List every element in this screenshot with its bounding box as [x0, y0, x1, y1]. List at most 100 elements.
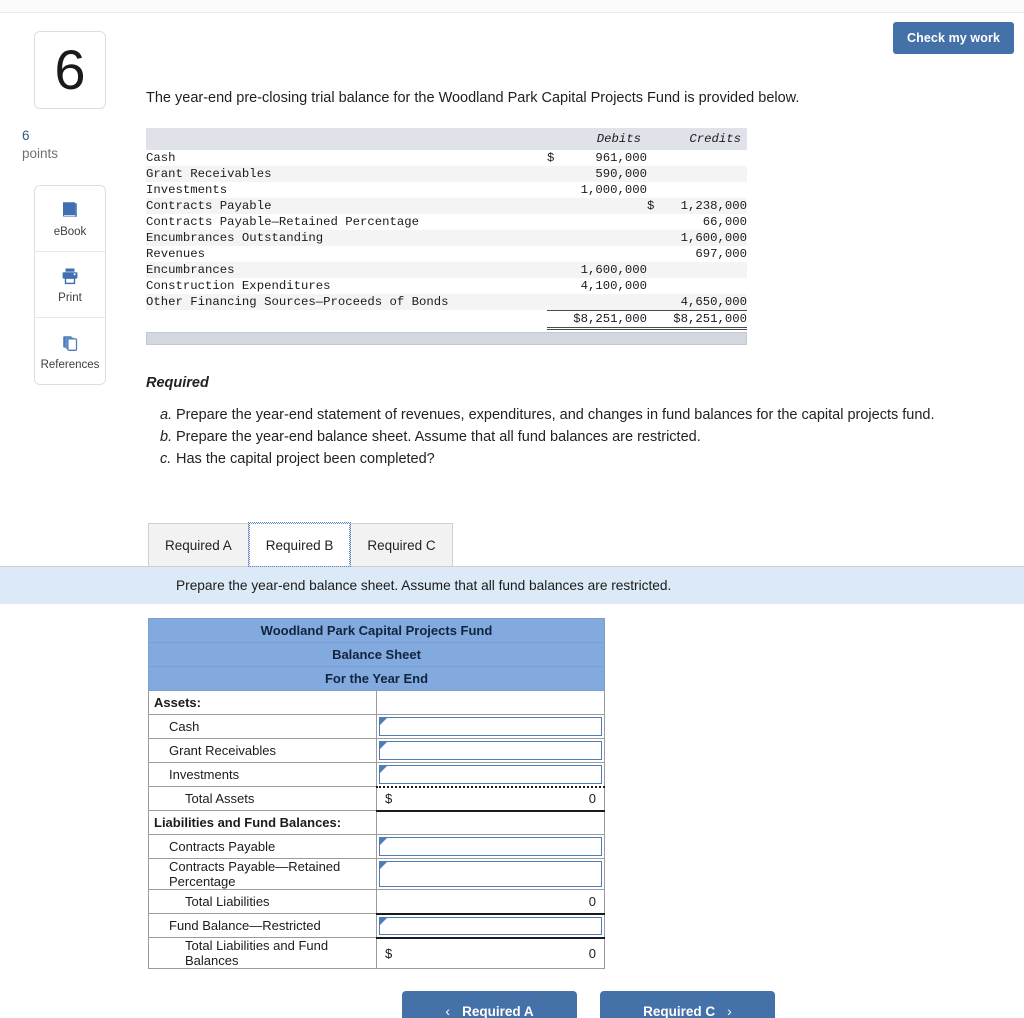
bs-cash-input-cell[interactable] [376, 714, 605, 740]
tb-debit [547, 246, 647, 262]
table-row: Total Assets $0 [148, 785, 605, 812]
next-required-label: Required C [643, 1003, 716, 1018]
tb-debit [547, 229, 647, 246]
table-row: Assets: [148, 690, 605, 716]
list-item: a. Prepare the year-end statement of rev… [160, 405, 1024, 426]
print-button[interactable]: Print [35, 252, 105, 319]
balance-sheet-title-row: Balance Sheet [148, 642, 605, 668]
bs-total-liab-fund-value: $0 [376, 936, 605, 970]
bs-total-liabilities-amount: 0 [588, 893, 596, 909]
table-row: Encumbrances 1,600,000 [146, 261, 747, 278]
bs-row-label: Total Liabilities [148, 889, 377, 915]
tb-debit-value: 961,000 [595, 150, 647, 165]
tb-credit [647, 182, 747, 198]
list-item: b. Prepare the year-end balance sheet. A… [160, 427, 1024, 448]
tb-credit: 4,650,000 [647, 293, 747, 311]
tb-credit: 697,000 [647, 246, 747, 262]
tb-account: Revenues [146, 246, 206, 261]
tb-debit: 1,600,000 [547, 261, 647, 278]
tb-credit: 66,000 [647, 214, 747, 230]
table-row: Grant Receivables 590,000 [146, 165, 747, 182]
tb-debit [547, 293, 647, 311]
tb-total-label [146, 310, 547, 328]
ebook-label: eBook [53, 226, 87, 239]
trial-balance-table: Debits Credits Cash $961,000 Grant Recei… [146, 127, 747, 330]
requirement-nav: ‹ Required A Required C › [402, 991, 1024, 1018]
tab-required-b[interactable]: Required B [247, 522, 352, 568]
trial-balance-header: Debits Credits [146, 127, 747, 150]
tb-debit-symbol: $ [547, 150, 555, 165]
tab-required-c[interactable]: Required C [350, 523, 453, 567]
tb-credit-value: 66,000 [702, 214, 747, 229]
bs-row-label: Total Assets [148, 786, 377, 812]
balance-sheet-form: Woodland Park Capital Projects Fund Bala… [148, 618, 605, 970]
printer-icon [59, 265, 81, 287]
bs-total-assets-amount: 0 [588, 791, 596, 807]
bs-row-label: Contracts Payable—Retained Percentage [148, 858, 377, 891]
tb-total-debit: $8,251,000 [547, 309, 647, 330]
prev-required-label: Required A [462, 1003, 534, 1018]
table-row: Cash [148, 714, 605, 740]
balance-sheet-title-row: For the Year End [148, 666, 605, 692]
required-letter: c. [160, 451, 172, 468]
bs-grant-receivables-input-cell[interactable] [376, 738, 605, 764]
bs-contracts-payable-input-cell[interactable] [376, 834, 605, 860]
bs-row-label: Grant Receivables [148, 738, 377, 764]
table-row: Total Liabilities and Fund Balances $0 [148, 936, 605, 970]
investments-input[interactable] [379, 765, 602, 784]
balance-sheet-title-row: Woodland Park Capital Projects Fund [148, 618, 605, 644]
tab-required-a[interactable]: Required A [148, 523, 249, 567]
tb-credit-symbol: $ [647, 198, 655, 213]
book-icon [59, 199, 81, 221]
table-row: Contracts Payable $1,238,000 [146, 197, 747, 214]
trial-balance-scroll-bar[interactable] [146, 331, 747, 345]
bs-title-line-2: Balance Sheet [148, 642, 605, 668]
tb-account: Cash [146, 150, 176, 165]
tb-credit [647, 261, 747, 278]
main-content: The year-end pre-closing trial balance f… [0, 13, 1024, 1018]
bs-total-liab-fund-amount: 0 [588, 945, 596, 961]
tb-credit: $1,238,000 [647, 197, 747, 214]
tb-credit [647, 150, 747, 166]
grant-receivables-input[interactable] [379, 741, 602, 761]
ebook-button[interactable]: eBook [35, 186, 105, 253]
next-required-c-button[interactable]: Required C › [600, 991, 775, 1018]
table-row-total: $8,251,000 $8,251,000 [146, 309, 747, 330]
required-text: Prepare the year-end balance sheet. Assu… [176, 428, 701, 445]
required-letter: a. [160, 406, 173, 423]
tb-credit-value: 697,000 [695, 246, 747, 261]
bs-investments-input-cell[interactable] [376, 762, 605, 788]
tb-credit [647, 165, 747, 182]
tb-debit-value: 4,100,000 [580, 278, 647, 293]
tb-debit [547, 197, 647, 214]
table-row: Contracts Payable [148, 834, 605, 860]
tb-col-credits: Credits [647, 127, 747, 150]
table-row: Cash $961,000 [146, 150, 747, 166]
tb-debit: $961,000 [547, 150, 647, 166]
list-item: c. Has the capital project been complete… [160, 449, 1024, 470]
tb-account: Contracts Payable [146, 197, 547, 214]
question-prompt: The year-end pre-closing trial balance f… [146, 90, 800, 106]
table-row: Construction Expenditures 4,100,000 [146, 278, 747, 294]
table-row: Fund Balance—Restricted [148, 913, 605, 939]
tool-buttons: eBook Print References [34, 185, 106, 386]
tb-debit-value: 1,000,000 [580, 182, 647, 197]
table-row: Liabilities and Fund Balances: [148, 810, 605, 836]
bs-contracts-payable-retained-input-cell[interactable] [376, 858, 605, 891]
tb-debit-value: 1,600,000 [580, 262, 647, 277]
bs-row-label: Liabilities and Fund Balances: [148, 810, 377, 836]
chevron-left-icon: ‹ [445, 1003, 451, 1018]
tb-account: Construction Expenditures [146, 278, 331, 293]
bs-title-line-1: Woodland Park Capital Projects Fund [148, 618, 605, 644]
question-page: Check my work 6 6 points eBook Print Ref… [0, 0, 1024, 1018]
cash-input[interactable] [379, 717, 602, 737]
prev-required-a-button[interactable]: ‹ Required A [402, 991, 577, 1018]
question-number: 6 [54, 38, 86, 101]
contracts-payable-input[interactable] [379, 837, 602, 857]
fund-balance-restricted-input[interactable] [379, 916, 602, 935]
bs-fund-balance-restricted-input-cell[interactable] [376, 913, 605, 939]
tb-debit: 4,100,000 [547, 278, 647, 294]
references-button[interactable]: References [35, 318, 105, 384]
table-row: Revenues 697,000 [146, 246, 747, 262]
contracts-payable-retained-input[interactable] [379, 861, 602, 888]
